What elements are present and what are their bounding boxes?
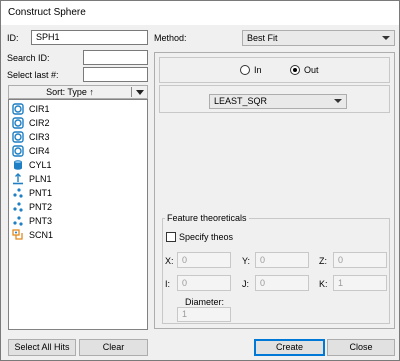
j-label: J: [242,279,250,289]
chevron-down-icon [382,36,390,40]
feature-list[interactable]: CIR1 CIR2 CIR3 CIR4 CYL1 PLN1 PNT1 PNT2 [8,99,148,330]
window-title: Construct Sphere [8,7,86,18]
z-label: Z: [319,256,327,266]
out-radio[interactable] [290,65,300,75]
x-label: X: [165,256,174,266]
select-last-field[interactable] [83,67,148,82]
title-bar: Construct Sphere [1,1,399,25]
sort-divider [131,87,132,97]
options-panel: In Out LEAST_SQR Feature theoreticals Sp… [154,52,395,329]
cylinder-icon [14,160,22,170]
select-all-hits-button[interactable]: Select All Hits [8,339,76,356]
close-button[interactable]: Close [327,339,395,356]
z-field[interactable]: 0 [333,252,387,268]
create-button[interactable]: Create [254,339,325,356]
clear-button[interactable]: Clear [79,339,148,356]
i-label: I: [165,279,171,289]
sort-dropdown-icon[interactable] [136,90,144,95]
search-id-field[interactable] [83,50,148,65]
search-id-label: Search ID: [7,53,50,63]
construct-sphere-dialog: Construct Sphere ID: SPH1 Search ID: Sel… [0,0,400,361]
x-field[interactable]: 0 [177,252,231,268]
k-field[interactable]: 1 [333,275,387,291]
circle-icon [12,103,24,115]
j-field[interactable]: 0 [255,275,309,291]
point-icon [13,188,23,198]
out-label: Out [304,65,319,75]
fit-type-value: LEAST_SQR [214,96,268,106]
diameter-field[interactable]: 1 [177,307,231,322]
direction-group: In Out [159,57,390,83]
theoreticals-group-label: Feature theoreticals [165,213,249,223]
circle-icon [12,145,24,157]
id-label: ID: [7,33,19,43]
k-label: K: [319,279,328,289]
method-select[interactable]: Best Fit [242,30,395,46]
circle-icon [12,117,24,129]
id-field[interactable]: SPH1 [31,30,148,45]
y-label: Y: [242,256,251,266]
in-label: In [254,65,262,75]
plane-icon [13,173,23,185]
method-label: Method: [154,33,187,43]
point-icon [13,202,23,212]
fit-type-group: LEAST_SQR [159,85,390,113]
i-field[interactable]: 0 [177,275,231,291]
theoreticals-group: Feature theoreticals Specify theos X: 0 … [162,213,390,324]
circle-icon [12,131,24,143]
specify-theos-label: Specify theos [179,232,234,242]
method-value: Best Fit [247,33,278,43]
diameter-label: Diameter: [185,297,225,307]
chevron-down-icon [334,99,342,103]
fit-type-select[interactable]: LEAST_SQR [209,94,347,109]
y-field[interactable]: 0 [255,252,309,268]
select-last-label: Select last #: [7,70,59,80]
point-icon [13,216,23,226]
scan-icon [12,229,23,240]
in-radio[interactable] [240,65,250,75]
specify-theos-checkbox[interactable] [166,232,176,242]
sort-header[interactable]: Sort: Type ↑ [8,85,148,99]
sort-label: Sort: Type ↑ [46,87,94,97]
